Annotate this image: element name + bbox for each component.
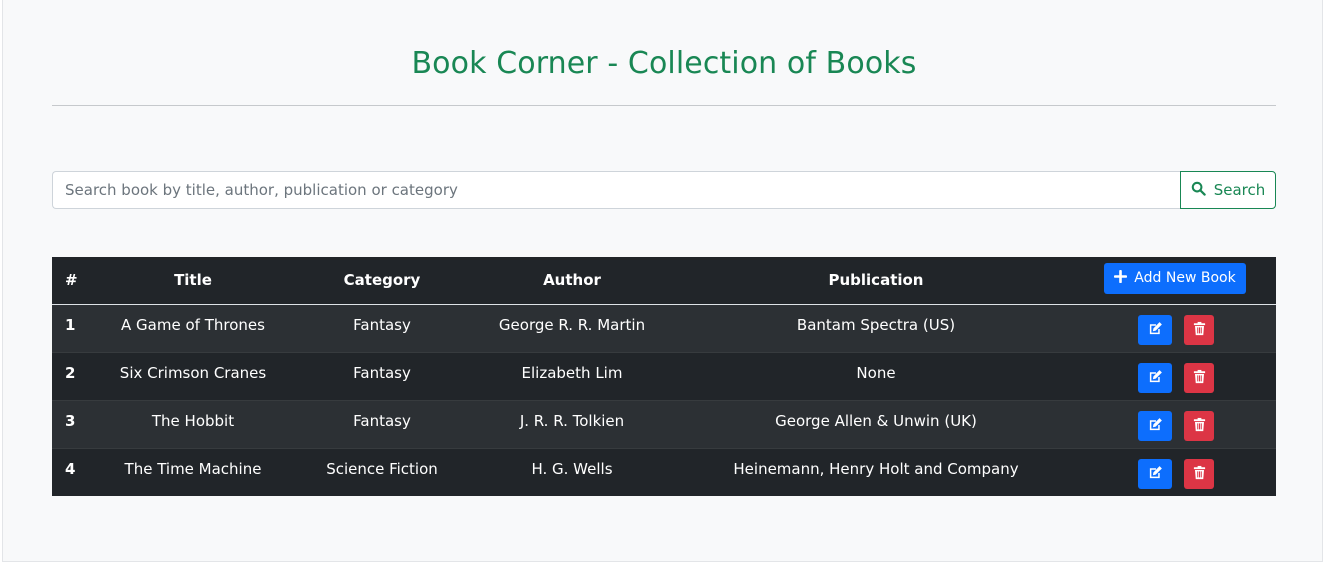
row-title: The Hobbit xyxy=(151,412,235,430)
row-author: H. G. Wells xyxy=(531,460,613,479)
row-category: Fantasy xyxy=(353,412,411,430)
row-actions xyxy=(1138,315,1214,345)
edit-icon xyxy=(1148,321,1163,339)
trash-icon xyxy=(1192,417,1207,435)
add-new-book-button[interactable]: Add New Book xyxy=(1104,262,1246,294)
table-row: 4 The Time Machine Science Fiction H. G.… xyxy=(52,448,1276,496)
edit-icon xyxy=(1148,417,1163,435)
search-button-label: Search xyxy=(1213,181,1266,199)
search-button[interactable]: Search xyxy=(1180,171,1276,209)
row-actions xyxy=(1138,411,1214,441)
column-header-category: Category xyxy=(343,271,421,290)
trash-icon xyxy=(1192,369,1207,387)
table-row: 1 A Game of Thrones Fantasy George R. R.… xyxy=(52,304,1276,352)
row-title: A Game of Thrones xyxy=(121,316,265,334)
edit-button[interactable] xyxy=(1138,315,1172,345)
row-publication: Bantam Spectra (US) xyxy=(796,316,956,334)
edit-button[interactable] xyxy=(1138,363,1172,393)
table-row: 3 The Hobbit Fantasy J. R. R. Tolkien Ge… xyxy=(52,400,1276,448)
row-category: Fantasy xyxy=(353,316,411,334)
delete-button[interactable] xyxy=(1184,363,1214,393)
table-row: 2 Six Crimson Cranes Fantasy Elizabeth L… xyxy=(52,352,1276,400)
edit-button[interactable] xyxy=(1138,411,1172,441)
row-num: 4 xyxy=(65,460,76,479)
delete-button[interactable] xyxy=(1184,411,1214,441)
row-category: Fantasy xyxy=(353,364,411,382)
row-publication: George Allen & Unwin (UK) xyxy=(775,412,977,430)
search-icon xyxy=(1191,181,1206,200)
books-table: # Title Category Author Publication Add … xyxy=(52,257,1276,496)
row-publication: None xyxy=(856,364,896,382)
page-container: Book Corner - Collection of Books Search… xyxy=(2,0,1323,562)
plus-icon xyxy=(1114,269,1128,287)
row-actions xyxy=(1138,459,1214,490)
row-publication: Heinemann, Henry Holt and Company xyxy=(733,460,1019,479)
row-category: Science Fiction xyxy=(326,460,438,479)
trash-icon xyxy=(1192,321,1207,339)
row-author: J. R. R. Tolkien xyxy=(519,412,625,430)
column-header-author: Author xyxy=(543,271,601,290)
edit-icon xyxy=(1148,369,1163,387)
row-num: 1 xyxy=(65,316,76,334)
edit-button[interactable] xyxy=(1138,459,1172,490)
column-header-title: Title xyxy=(174,271,212,290)
row-title: The Time Machine xyxy=(124,460,262,479)
search-bar: Search xyxy=(52,171,1276,209)
column-header-actions: Add New Book xyxy=(1074,257,1276,304)
delete-button[interactable] xyxy=(1184,459,1214,490)
table-header-row: # Title Category Author Publication Add … xyxy=(52,257,1276,304)
trash-icon xyxy=(1192,465,1207,483)
column-header-num: # xyxy=(65,271,78,290)
row-title: Six Crimson Cranes xyxy=(119,364,267,382)
row-num: 3 xyxy=(65,412,76,430)
row-num: 2 xyxy=(65,364,76,382)
column-header-publication: Publication xyxy=(828,271,924,290)
row-author: Elizabeth Lim xyxy=(521,364,623,382)
row-author: George R. R. Martin xyxy=(498,316,646,334)
page-title: Book Corner - Collection of Books xyxy=(411,46,917,81)
add-new-book-label: Add New Book xyxy=(1134,270,1236,287)
row-actions xyxy=(1138,363,1214,393)
search-input[interactable] xyxy=(52,171,1180,209)
delete-button[interactable] xyxy=(1184,315,1214,345)
edit-icon xyxy=(1148,465,1163,483)
title-divider xyxy=(52,105,1276,106)
